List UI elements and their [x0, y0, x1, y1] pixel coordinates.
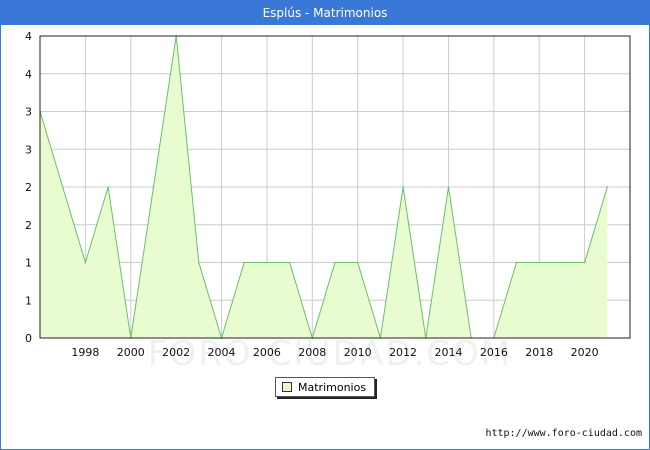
x-tick-label: 2004 [208, 346, 236, 359]
y-tick-label: 0 [25, 332, 32, 345]
legend: Matrimonios [275, 377, 375, 397]
y-tick-label: 2 [25, 181, 32, 194]
data-point [583, 261, 586, 264]
data-point [334, 261, 336, 264]
x-tick-label: 2002 [162, 346, 190, 359]
legend-label: Matrimonios [298, 380, 367, 394]
data-point [243, 261, 246, 264]
y-tick-label: 3 [25, 106, 32, 119]
x-tick-label: 2020 [571, 346, 599, 359]
x-tick-label: 2016 [480, 346, 508, 359]
x-tick-label: 2000 [117, 346, 145, 359]
x-tick-label: 1998 [71, 346, 99, 359]
x-tick-label: 2012 [389, 346, 417, 359]
y-tick-label: 3 [25, 143, 32, 156]
data-point [561, 261, 563, 264]
data-point [266, 261, 268, 264]
data-point [84, 261, 87, 264]
data-point [606, 186, 609, 188]
data-point [538, 261, 541, 264]
y-tick-label: 4 [25, 30, 32, 43]
y-tick-label: 1 [25, 294, 32, 307]
data-point [447, 186, 450, 188]
data-point [515, 261, 518, 264]
data-point [152, 186, 155, 188]
data-point [107, 186, 109, 188]
y-tick-label: 2 [25, 219, 32, 232]
data-point [356, 261, 359, 264]
data-point [288, 261, 291, 264]
x-tick-label: 2018 [525, 346, 553, 359]
x-tick-label: 2014 [434, 346, 462, 359]
y-axis-labels: 0 1 1 2 2 3 3 4 4 [25, 30, 32, 345]
data-point [198, 261, 200, 264]
data-point [61, 186, 64, 188]
y-tick-label: 1 [25, 257, 32, 270]
data-point [402, 186, 404, 188]
x-tick-label: 2010 [344, 346, 372, 359]
x-tick-label: 2006 [253, 346, 281, 359]
footer-url: http://www.foro-ciudad.com [485, 428, 642, 439]
x-tick-label: 2008 [298, 346, 326, 359]
legend-swatch [282, 382, 292, 392]
y-tick-label: 4 [25, 68, 32, 81]
